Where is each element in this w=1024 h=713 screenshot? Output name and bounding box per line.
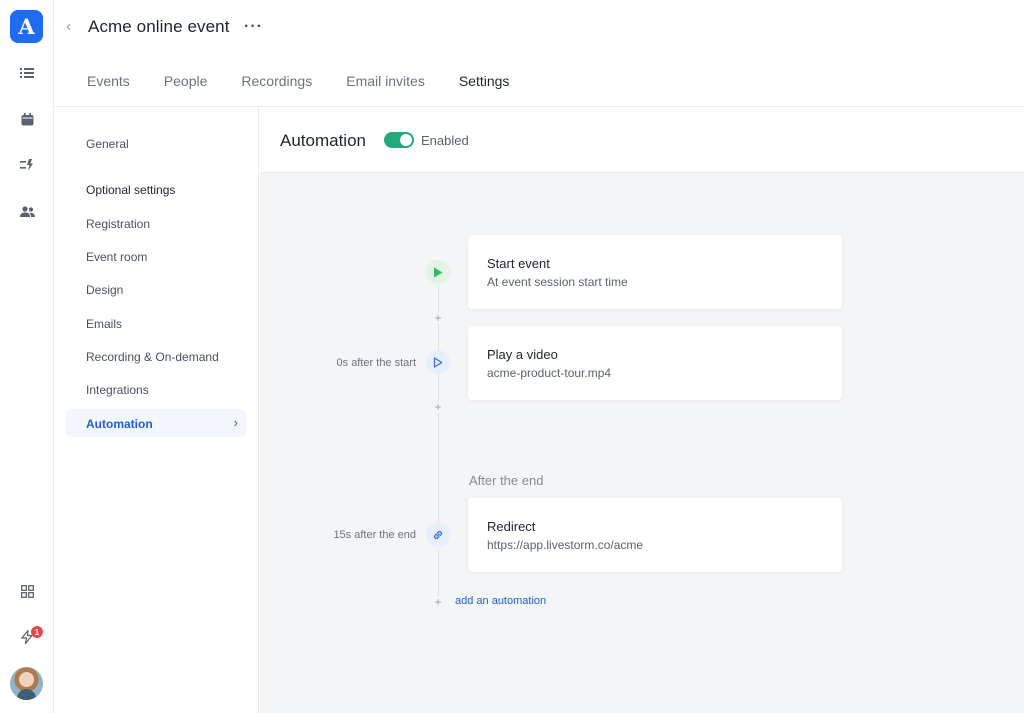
automation-step-card[interactable]: Play a video acme-product-tour.mp4 [468,326,842,400]
tab-events[interactable]: Events [87,73,130,89]
sidebar-item-event-room[interactable]: Event room [86,250,147,264]
step-timing: 15s after the end [333,529,416,541]
people-icon[interactable] [17,202,37,222]
sidebar-item-recording[interactable]: Recording & On-demand [86,350,219,364]
sidebar-item-registration[interactable]: Registration [86,217,150,231]
automation-panel: Automation Enabled Start event At event … [260,107,1024,713]
tab-email-invites[interactable]: Email invites [346,73,425,89]
app-logo[interactable]: A [10,10,43,43]
sidebar-section-title: Optional settings [86,183,176,197]
play-icon [426,260,450,284]
step-timing: 0s after the start [336,357,416,369]
tab-recordings[interactable]: Recordings [241,73,312,89]
automation-header: Automation Enabled [260,107,1024,173]
chevron-right-icon: › [233,415,238,430]
sidebar-item-design[interactable]: Design [86,283,123,297]
link-icon [426,523,450,547]
play-outline-icon [426,350,450,374]
step-title: Play a video [487,347,558,362]
app-rail: A 1 [0,0,54,713]
sidebar-item-automation[interactable]: Automation › [66,409,246,437]
step-subtitle: At event session start time [487,275,628,289]
tab-people[interactable]: People [164,73,208,89]
apps-grid-icon[interactable] [17,581,37,601]
add-automation-link[interactable]: add an automation [455,595,546,607]
automation-toggle[interactable] [384,132,414,148]
automation-step-card[interactable]: Redirect https://app.livestorm.co/acme [468,498,842,572]
sidebar-item-general[interactable]: General [86,137,129,151]
add-step-plus-icon[interactable]: + [432,401,444,413]
toggle-state-label: Enabled [421,133,469,148]
step-subtitle: acme-product-tour.mp4 [487,366,612,380]
after-end-label: After the end [469,473,544,488]
calendar-icon[interactable] [17,109,37,129]
list-icon[interactable] [17,63,37,83]
sidebar-item-label: Automation [86,417,153,431]
page-title: Acme online event [88,17,230,36]
back-chevron-icon[interactable]: ‹ [66,19,80,35]
step-title: Redirect [487,519,536,534]
add-step-plus-icon[interactable]: + [432,596,444,608]
automation-step-card[interactable]: Start event At event session start time [468,235,842,309]
avatar[interactable] [10,667,43,700]
step-title: Start event [487,256,550,271]
sidebar-item-integrations[interactable]: Integrations [86,383,149,397]
timeline-line [438,549,439,601]
workflow-icon[interactable] [17,155,37,175]
tab-settings[interactable]: Settings [459,73,510,89]
more-options-icon[interactable]: ··· [244,18,264,35]
header-tabs: Events People Recordings Email invites S… [87,73,543,89]
notification-badge: 1 [31,626,43,638]
page-header: ‹ Acme online event ··· Events People Re… [54,0,1024,107]
settings-sidebar: General Optional settings Registration E… [54,107,259,713]
section-title: Automation [280,131,366,150]
add-step-plus-icon[interactable]: + [432,312,444,324]
step-subtitle: https://app.livestorm.co/acme [487,538,644,552]
sidebar-item-emails[interactable]: Emails [86,317,122,331]
